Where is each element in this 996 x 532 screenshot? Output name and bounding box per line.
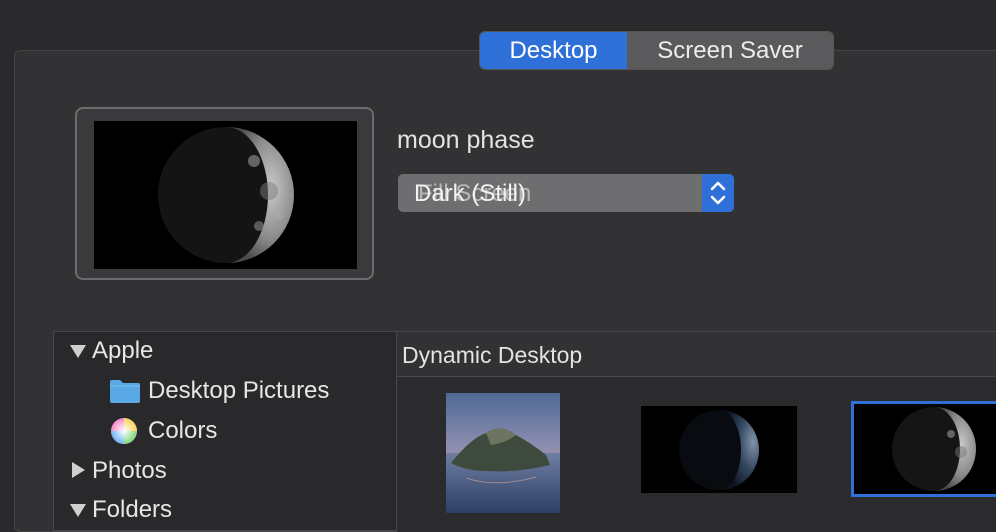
gallery-header: Dynamic Desktop — [397, 332, 996, 377]
wallpaper-thumbnail-earth[interactable] — [641, 406, 797, 493]
source-item-folders[interactable]: Folders — [92, 496, 172, 524]
tab-desktop[interactable]: Desktop — [480, 32, 627, 69]
disclosure-triangle-expanded-icon[interactable] — [70, 345, 86, 358]
source-item-photos[interactable]: Photos — [92, 457, 167, 485]
wallpaper-gallery: Dynamic Desktop — [397, 331, 996, 532]
gallery-section-title: Dynamic Desktop — [402, 342, 583, 368]
wallpaper-name: moon phase — [397, 126, 535, 154]
source-list: Apple Desktop Pictures Colors Photos Fol… — [53, 331, 397, 531]
chevron-updown-icon[interactable] — [702, 174, 734, 212]
wallpaper-thumbnail-moon-selected[interactable] — [851, 401, 996, 497]
wallpaper-thumbnail-catalina[interactable] — [446, 393, 560, 513]
tab-screen-saver[interactable]: Screen Saver — [627, 32, 833, 69]
tab-control: Desktop Screen Saver — [480, 32, 833, 69]
select-value: Dark (Still) — [414, 180, 526, 207]
appearance-select[interactable]: Fill Screen Dark (Still) — [398, 174, 734, 212]
source-item-colors[interactable]: Colors — [148, 417, 217, 445]
folder-icon — [109, 378, 141, 409]
wallpaper-preview — [75, 107, 374, 280]
color-wheel-icon — [110, 417, 138, 450]
moon-preview-image — [94, 121, 357, 269]
disclosure-triangle-collapsed-icon[interactable] — [72, 462, 85, 478]
source-item-desktop-pictures[interactable]: Desktop Pictures — [148, 377, 329, 405]
source-item-apple[interactable]: Apple — [92, 337, 153, 365]
